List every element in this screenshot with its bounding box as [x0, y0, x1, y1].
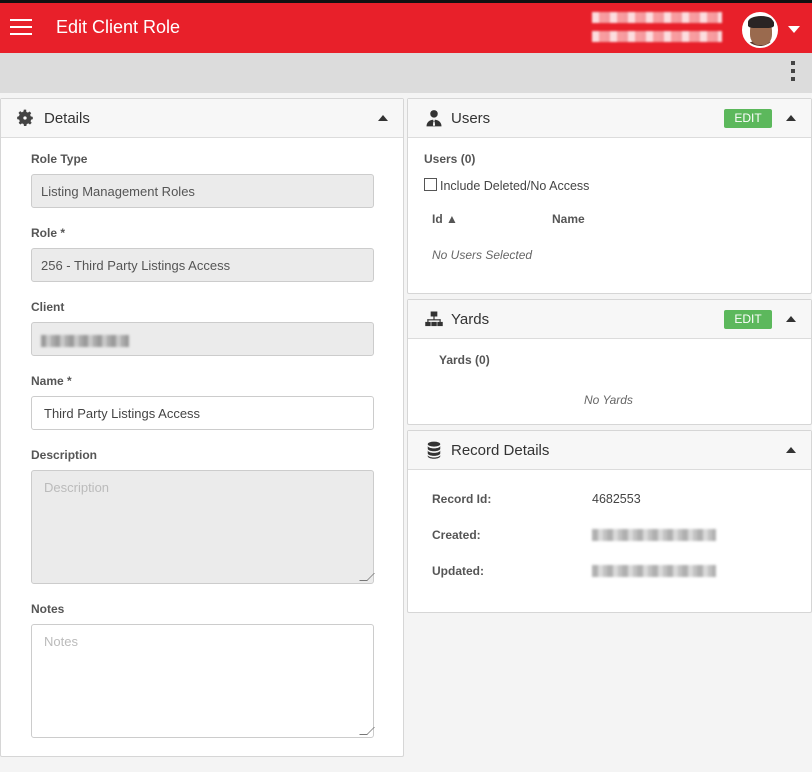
users-panel-header[interactable]: Users EDIT — [408, 99, 811, 138]
yards-panel: Yards EDIT Yards (0) No Yards — [407, 299, 812, 425]
users-title: Users — [451, 110, 491, 127]
description-label: Description — [31, 448, 98, 462]
record-details-title: Record Details — [451, 442, 550, 459]
users-count: Users (0) — [424, 152, 476, 166]
users-column-id[interactable]: Id ▲ — [432, 212, 458, 226]
yards-edit-button[interactable]: EDIT — [724, 310, 772, 329]
users-edit-button[interactable]: EDIT — [724, 109, 772, 128]
top-bar: Edit Client Role — [0, 0, 812, 53]
updated-value-blurred — [592, 565, 716, 577]
hamburger-menu-icon[interactable] — [10, 19, 32, 35]
toolbar — [0, 53, 812, 93]
role-field: 256 - Third Party Listings Access — [31, 248, 374, 282]
users-collapse-icon[interactable] — [786, 115, 796, 121]
created-label: Created: — [432, 528, 481, 542]
notes-textarea[interactable]: Notes — [31, 624, 374, 738]
users-column-name[interactable]: Name — [552, 212, 585, 226]
description-textarea[interactable]: Description — [31, 470, 374, 584]
include-deleted-label[interactable]: Include Deleted/No Access — [440, 179, 589, 193]
role-type-label: Role Type — [31, 152, 88, 166]
role-type-field: Listing Management Roles — [31, 174, 374, 208]
client-value-blurred — [41, 334, 129, 347]
user-tie-icon — [426, 110, 442, 127]
yards-panel-header[interactable]: Yards EDIT — [408, 300, 811, 339]
page-title: Edit Client Role — [56, 17, 181, 37]
user-menu-chevron-down-icon[interactable] — [788, 26, 800, 33]
yards-title: Yards — [451, 311, 490, 328]
record-details-collapse-icon[interactable] — [786, 447, 796, 453]
name-label: Name * — [31, 374, 72, 388]
database-icon — [427, 441, 441, 459]
name-input[interactable]: Third Party Listings Access — [31, 396, 374, 430]
users-empty-message: No Users Selected — [432, 248, 533, 262]
notes-label: Notes — [31, 602, 65, 616]
role-label: Role * — [31, 226, 66, 240]
record-details-panel: Record Details Record Id: 4682553 Create… — [407, 430, 812, 613]
record-details-panel-header[interactable]: Record Details — [408, 431, 811, 470]
network-icon — [425, 311, 443, 327]
details-panel: Details Role Type Listing Management Rol… — [0, 98, 404, 757]
client-label: Client — [31, 300, 65, 314]
include-deleted-checkbox[interactable] — [424, 178, 437, 191]
users-panel: Users EDIT Users (0) Include Deleted/No … — [407, 98, 812, 294]
created-value-blurred — [592, 529, 716, 541]
record-id-label: Record Id: — [432, 492, 492, 506]
record-id-value: 4682553 — [592, 492, 641, 506]
yards-count: Yards (0) — [439, 353, 490, 367]
yards-collapse-icon[interactable] — [786, 316, 796, 322]
user-info-blurred[interactable] — [592, 12, 722, 46]
details-collapse-icon[interactable] — [378, 115, 388, 121]
avatar[interactable] — [742, 12, 778, 48]
yards-empty-message: No Yards — [584, 393, 633, 407]
details-title: Details — [44, 110, 90, 127]
updated-label: Updated: — [432, 564, 484, 578]
more-options-icon[interactable] — [788, 61, 798, 85]
details-panel-header[interactable]: Details — [1, 99, 403, 138]
client-field — [31, 322, 374, 356]
gear-icon — [17, 109, 33, 126]
